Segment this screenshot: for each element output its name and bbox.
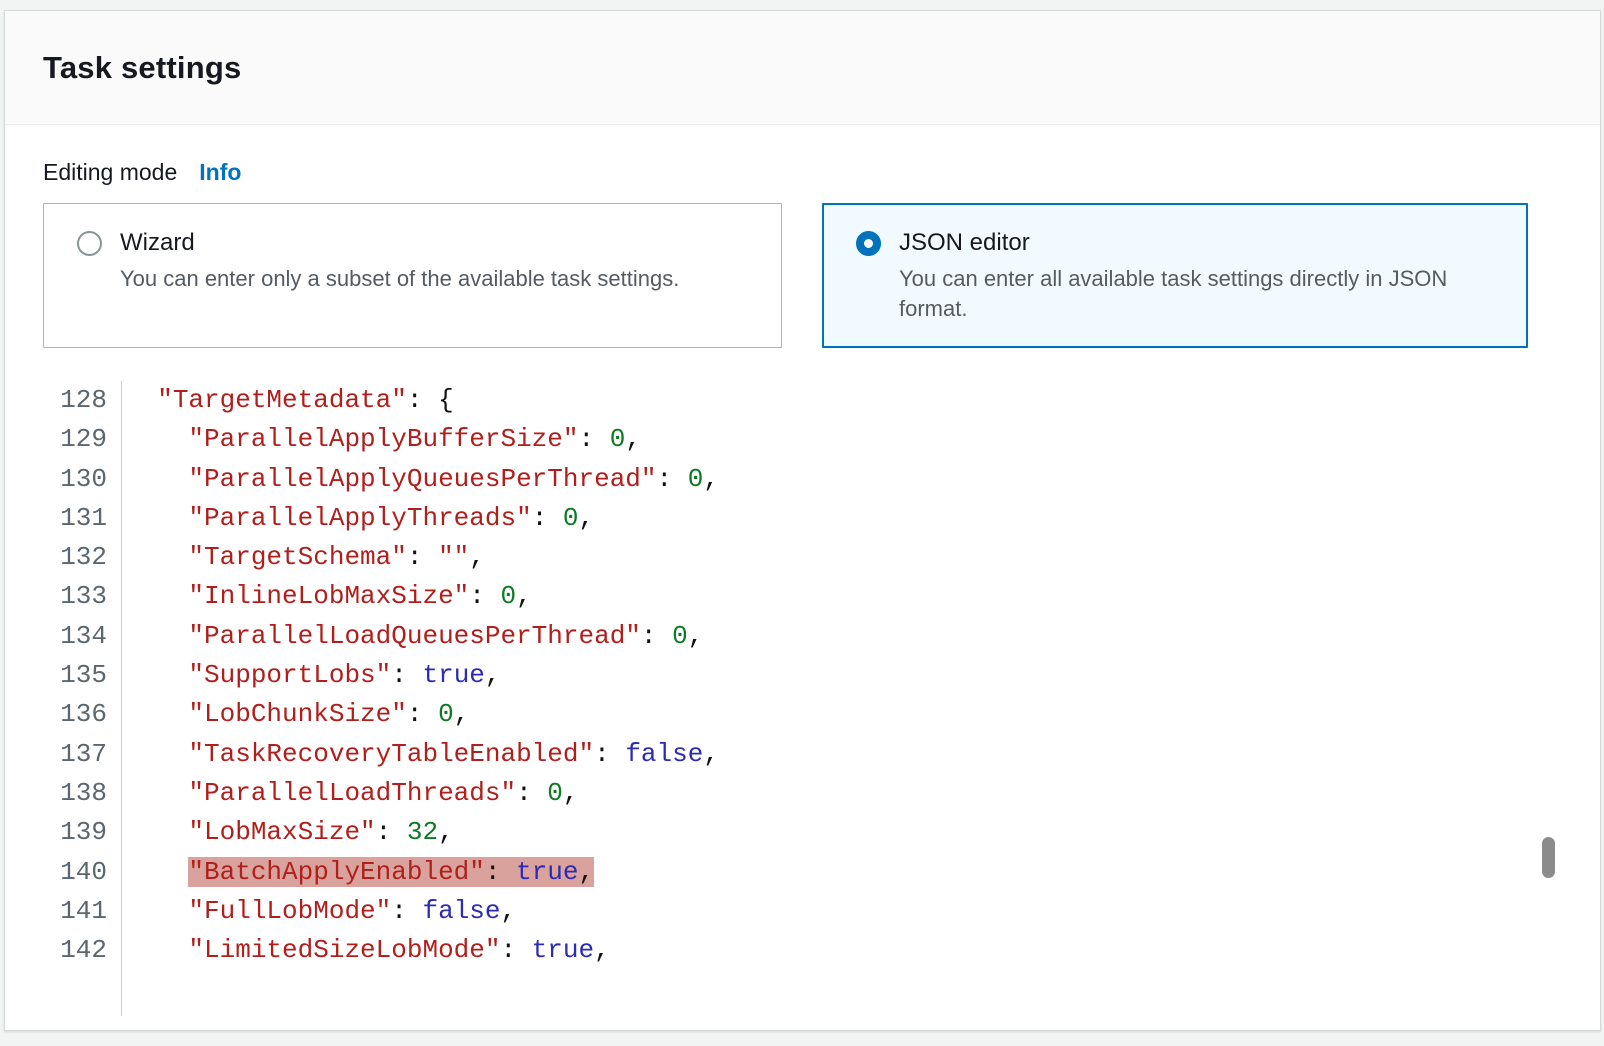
code-line: 141 "FullLobMode": false, [43, 892, 1562, 931]
line-number: 134 [43, 617, 122, 656]
line-number: 128 [43, 381, 122, 420]
code-content: "LobChunkSize": 0, [122, 695, 469, 734]
code-content: "TargetMetadata": { [122, 381, 454, 420]
code-line: 137 "TaskRecoveryTableEnabled": false, [43, 735, 1562, 774]
code-content: "ParallelApplyBufferSize": 0, [122, 420, 641, 459]
code-content: "ParallelApplyQueuesPerThread": 0, [122, 460, 719, 499]
line-number: 140 [43, 853, 122, 892]
code-line: 132 "TargetSchema": "", [43, 538, 1562, 577]
line-number: 129 [43, 420, 122, 459]
json-editor-title-row: JSON editor [856, 229, 1507, 257]
code-content: "LimitedSizeLobMode": true, [122, 931, 610, 970]
json-code-editor[interactable]: 128 "TargetMetadata": {129 "ParallelAppl… [43, 381, 1562, 1016]
wizard-radio-button[interactable] [77, 231, 102, 256]
page-title: Task settings [43, 50, 241, 86]
code-content: "TaskRecoveryTableEnabled": false, [122, 735, 719, 774]
code-content: "ParallelLoadQueuesPerThread": 0, [122, 617, 703, 656]
wizard-option-title: Wizard [120, 229, 195, 257]
line-number: 142 [43, 931, 122, 970]
line-number: 138 [43, 774, 122, 813]
code-content: "SupportLobs": true, [122, 656, 501, 695]
editor-scrollbar-thumb[interactable] [1542, 837, 1555, 878]
code-line: 135 "SupportLobs": true, [43, 656, 1562, 695]
code-content: "TargetSchema": "", [122, 538, 485, 577]
line-number: 139 [43, 813, 122, 852]
code-content: "InlineLobMaxSize": 0, [122, 577, 532, 616]
wizard-option-card[interactable]: Wizard You can enter only a subset of th… [43, 203, 782, 348]
line-number: 137 [43, 735, 122, 774]
code-line: 129 "ParallelApplyBufferSize": 0, [43, 420, 1562, 459]
editing-mode-options: Wizard You can enter only a subset of th… [43, 203, 1562, 348]
code-line: 128 "TargetMetadata": { [43, 381, 1562, 420]
gutter-extension [43, 970, 1562, 1016]
code-content: "ParallelLoadThreads": 0, [122, 774, 579, 813]
code-line: 142 "LimitedSizeLobMode": true, [43, 931, 1562, 970]
line-number: 136 [43, 695, 122, 734]
code-line: 139 "LobMaxSize": 32, [43, 813, 1562, 852]
json-editor-option-title: JSON editor [899, 229, 1030, 257]
line-number: 131 [43, 499, 122, 538]
code-content: "FullLobMode": false, [122, 892, 516, 931]
search-highlight: "BatchApplyEnabled": true, [188, 857, 594, 887]
gutter-spacer [43, 970, 122, 1016]
code-content: "BatchApplyEnabled": true, [122, 853, 594, 892]
code-line: 136 "LobChunkSize": 0, [43, 695, 1562, 734]
code-line: 140 "BatchApplyEnabled": true, [43, 853, 1562, 892]
json-editor-option-description: You can enter all available task setting… [899, 264, 1507, 324]
wizard-title-row: Wizard [77, 229, 761, 257]
json-editor-radio-button[interactable] [856, 231, 881, 256]
code-content: "ParallelApplyThreads": 0, [122, 499, 594, 538]
line-number: 135 [43, 656, 122, 695]
code-content: "LobMaxSize": 32, [122, 813, 454, 852]
panel-header: Task settings [5, 11, 1600, 125]
code-lines: 128 "TargetMetadata": {129 "ParallelAppl… [43, 381, 1562, 970]
code-line: 134 "ParallelLoadQueuesPerThread": 0, [43, 617, 1562, 656]
info-link[interactable]: Info [199, 158, 241, 186]
line-number: 133 [43, 577, 122, 616]
code-line: 130 "ParallelApplyQueuesPerThread": 0, [43, 460, 1562, 499]
editing-mode-label: Editing mode [43, 158, 177, 186]
task-settings-panel: Task settings Editing mode Info Wizard Y… [4, 10, 1601, 1031]
code-line: 133 "InlineLobMaxSize": 0, [43, 577, 1562, 616]
panel-body: Editing mode Info Wizard You can enter o… [5, 125, 1600, 1016]
code-line: 138 "ParallelLoadThreads": 0, [43, 774, 1562, 813]
line-number: 141 [43, 892, 122, 931]
editing-mode-row: Editing mode Info [43, 158, 1562, 186]
wizard-option-description: You can enter only a subset of the avail… [120, 264, 761, 294]
line-number: 130 [43, 460, 122, 499]
code-line: 131 "ParallelApplyThreads": 0, [43, 499, 1562, 538]
line-number: 132 [43, 538, 122, 577]
json-editor-option-card[interactable]: JSON editor You can enter all available … [822, 203, 1528, 348]
